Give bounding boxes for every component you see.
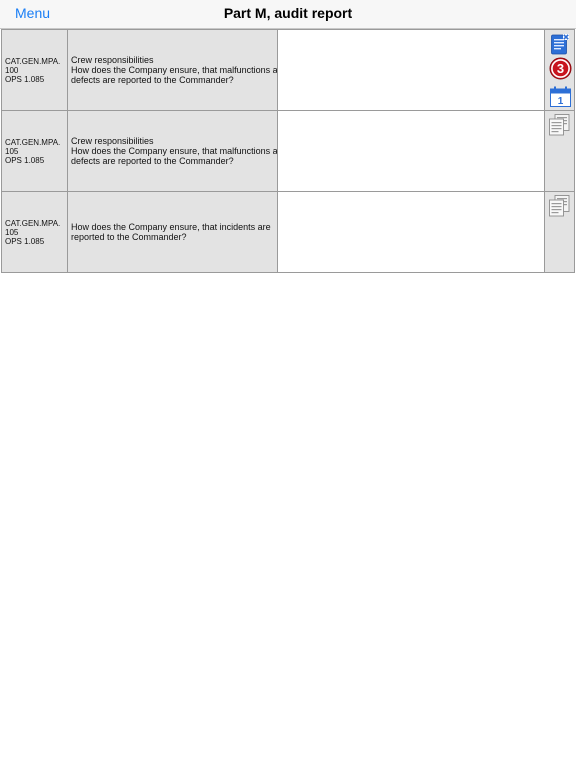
answer-field[interactable] bbox=[278, 111, 545, 191]
answer-field[interactable] bbox=[278, 30, 545, 110]
question-text: Crew responsibilities How does the Compa… bbox=[71, 55, 278, 85]
regulation-code-cell: CAT.GEN.MPA. 105 OPS 1.085 bbox=[1, 192, 68, 272]
calendar-icon[interactable]: 1 bbox=[550, 86, 571, 107]
audit-table: CAT.GEN.MPA. 100 OPS 1.085 Crew responsi… bbox=[1, 29, 575, 273]
question-text: How does the Company ensure, that incide… bbox=[71, 222, 271, 242]
question-cell: Crew responsibilities How does the Compa… bbox=[68, 111, 278, 191]
page-title: Part M, audit report bbox=[223, 5, 353, 21]
table-row: CAT.GEN.MPA. 100 OPS 1.085 Crew responsi… bbox=[1, 30, 575, 111]
copy-documents-icon[interactable] bbox=[549, 195, 571, 217]
table-row: CAT.GEN.MPA. 105 OPS 1.085 How does the … bbox=[1, 192, 575, 273]
regulation-code-cell: CAT.GEN.MPA. 105 OPS 1.085 bbox=[1, 111, 68, 191]
calendar-day: 1 bbox=[558, 96, 564, 107]
answer-field[interactable] bbox=[278, 192, 545, 272]
table-row: CAT.GEN.MPA. 105 OPS 1.085 Crew responsi… bbox=[1, 111, 575, 192]
regulation-code: CAT.GEN.MPA. 100 OPS 1.085 bbox=[5, 56, 61, 84]
regulation-code: CAT.GEN.MPA. 105 OPS 1.085 bbox=[5, 137, 61, 165]
regulation-code: CAT.GEN.MPA. 105 OPS 1.085 bbox=[5, 218, 61, 246]
copy-documents-icon[interactable] bbox=[549, 114, 571, 136]
row-actions bbox=[545, 111, 575, 191]
badge-count: 3 bbox=[557, 61, 564, 76]
row-actions: 3 1 bbox=[545, 30, 575, 110]
navigation-bar: Menu Part M, audit report bbox=[0, 0, 576, 29]
badge-count-icon[interactable]: 3 bbox=[549, 57, 572, 80]
document-remove-icon[interactable] bbox=[551, 34, 569, 55]
regulation-code-cell: CAT.GEN.MPA. 100 OPS 1.085 bbox=[1, 30, 68, 110]
question-cell: Crew responsibilities How does the Compa… bbox=[68, 30, 278, 110]
question-text: Crew responsibilities How does the Compa… bbox=[71, 136, 278, 166]
row-actions bbox=[545, 192, 575, 272]
question-cell: How does the Company ensure, that incide… bbox=[68, 192, 278, 272]
